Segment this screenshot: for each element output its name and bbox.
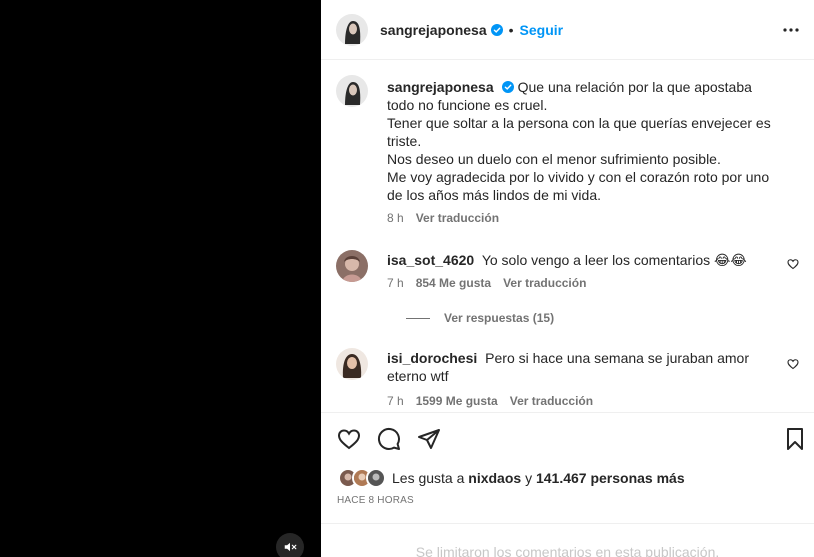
view-replies-button[interactable]: Ver respuestas (15) <box>406 311 554 325</box>
comment-meta: 7 h 1599 Me gusta Ver traducción <box>387 394 593 408</box>
replies-divider <box>406 317 430 319</box>
likes-text: Les gusta a nixdaos y 141.467 personas m… <box>392 470 685 486</box>
likes-middle: y <box>521 470 536 486</box>
caption-line-3: Nos deseo un duelo con el menor sufrimie… <box>387 151 721 167</box>
likes-count[interactable]: 141.467 personas más <box>536 470 685 486</box>
comment-likes[interactable]: 854 Me gusta <box>416 276 491 290</box>
comment-time[interactable]: 7 h <box>387 394 404 408</box>
commenter-avatar[interactable] <box>336 250 368 282</box>
paper-plane-icon[interactable] <box>417 427 441 451</box>
comment-meta: 7 h 854 Me gusta Ver traducción <box>387 276 586 290</box>
post-media[interactable] <box>0 0 321 557</box>
author-username[interactable]: sangrejaponesa <box>380 22 487 38</box>
liker-username[interactable]: nixdaos <box>468 470 521 486</box>
comment-translate-link[interactable]: Ver traducción <box>503 276 586 290</box>
liker-avatar[interactable] <box>366 468 386 488</box>
verified-badge-icon <box>490 23 503 36</box>
follow-button[interactable]: Seguir <box>520 22 564 38</box>
view-replies-label: Ver respuestas (15) <box>444 311 555 325</box>
comment-item: isi_dorochesi Pero si hace una semana se… <box>336 348 806 412</box>
caption: sangrejaponesa Que una relación por la qu… <box>336 73 806 233</box>
author-avatar[interactable] <box>336 13 368 46</box>
post-panel: sangrejaponesa • Seguir sangrejaponesa Q… <box>321 0 814 557</box>
heart-icon[interactable] <box>787 258 799 270</box>
comment-likes[interactable]: 1599 Me gusta <box>416 394 498 408</box>
comment-body: Yo solo vengo a leer los comentarios 😂😂 <box>481 252 747 268</box>
comment-text: isi_dorochesi Pero si hace una semana se… <box>387 349 767 385</box>
comments-section[interactable]: sangrejaponesa Que una relación por la qu… <box>321 60 814 412</box>
commenter-username[interactable]: isa_sot_4620 <box>387 252 474 268</box>
comments-limited-notice: Se limitaron los comentarios en esta pub… <box>321 523 814 557</box>
heart-icon[interactable] <box>337 427 361 451</box>
post-timestamp[interactable]: HACE 8 HORAS <box>337 495 414 506</box>
speaker-muted-icon <box>284 542 297 552</box>
caption-text: sangrejaponesa Que una relación por la qu… <box>387 78 777 204</box>
comment-bubble-icon[interactable] <box>377 427 401 451</box>
comment-text: isa_sot_4620 Yo solo vengo a leer los co… <box>387 251 787 269</box>
commenter-username[interactable]: isi_dorochesi <box>387 350 477 366</box>
comment-time[interactable]: 7 h <box>387 276 404 290</box>
caption-avatar[interactable] <box>336 75 368 107</box>
separator-dot: • <box>508 21 514 38</box>
likes-summary: Les gusta a nixdaos y 141.467 personas m… <box>338 468 685 488</box>
caption-line-4: Me voy agradecida por lo vivido y con el… <box>387 169 770 203</box>
post-actions: Les gusta a nixdaos y 141.467 personas m… <box>321 412 814 557</box>
more-options-icon[interactable] <box>782 21 800 39</box>
caption-translate-link[interactable]: Ver traducción <box>416 211 499 225</box>
likes-prefix: Les gusta a <box>392 470 469 486</box>
caption-line-2: Tener que soltar a la persona con la que… <box>387 115 771 149</box>
heart-icon[interactable] <box>787 358 799 370</box>
commenter-avatar[interactable] <box>336 348 368 380</box>
comment-translate-link[interactable]: Ver traducción <box>510 394 593 408</box>
mute-button[interactable] <box>276 533 304 557</box>
caption-username[interactable]: sangrejaponesa <box>387 79 494 95</box>
caption-time[interactable]: 8 h <box>387 211 404 225</box>
bookmark-icon[interactable] <box>783 427 807 451</box>
verified-badge-icon <box>501 81 514 93</box>
post-header: sangrejaponesa • Seguir <box>321 0 814 60</box>
caption-meta: 8 h Ver traducción <box>387 211 499 225</box>
